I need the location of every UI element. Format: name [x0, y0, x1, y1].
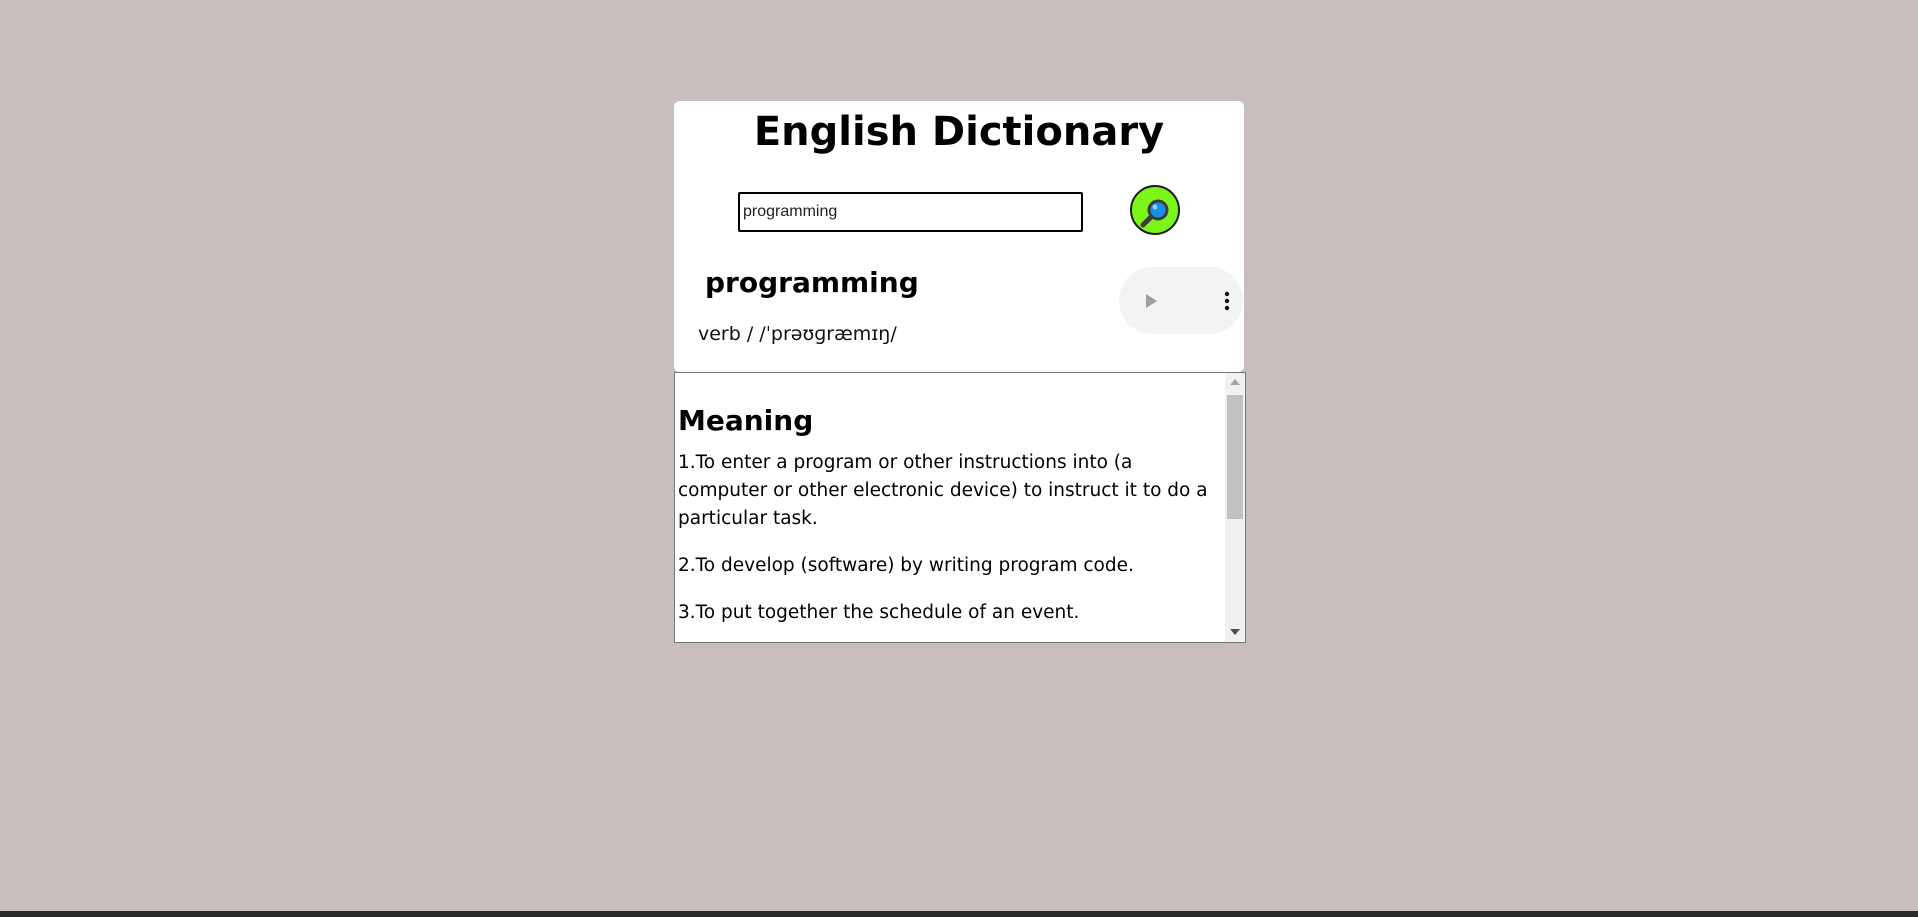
definition-item: 3.To put together the schedule of an eve… — [678, 602, 1080, 623]
result-word: programming — [705, 266, 919, 299]
search-button[interactable] — [1130, 185, 1180, 235]
phonetic-text: verb / /ˈprəʊɡræmɪŋ/ — [698, 323, 897, 345]
meaning-heading: Meaning — [678, 404, 814, 437]
scrollbar[interactable] — [1225, 373, 1245, 642]
magnifier-icon — [1140, 199, 1169, 228]
definition-item: 2.To develop (software) by writing progr… — [678, 555, 1134, 576]
definition-item: 1.To enter a program or other instructio… — [678, 452, 1208, 529]
search-input[interactable] — [738, 192, 1083, 232]
app-title: English Dictionary — [753, 109, 1165, 155]
scroll-thumb[interactable] — [1227, 395, 1243, 519]
taskbar-strip — [0, 911, 1918, 917]
play-icon[interactable] — [1139, 289, 1163, 313]
audio-player[interactable] — [1119, 267, 1243, 334]
more-vertical-icon[interactable] — [1224, 291, 1230, 311]
dictionary-card: English Dictionary programming verb / /ˈ… — [674, 101, 1244, 372]
scroll-down-arrow-icon[interactable] — [1230, 629, 1240, 635]
scroll-up-arrow-icon[interactable] — [1230, 379, 1240, 385]
meaning-content: Meaning 1.To enter a program or other in… — [676, 373, 1224, 642]
meaning-panel[interactable]: Meaning 1.To enter a program or other in… — [674, 372, 1246, 643]
